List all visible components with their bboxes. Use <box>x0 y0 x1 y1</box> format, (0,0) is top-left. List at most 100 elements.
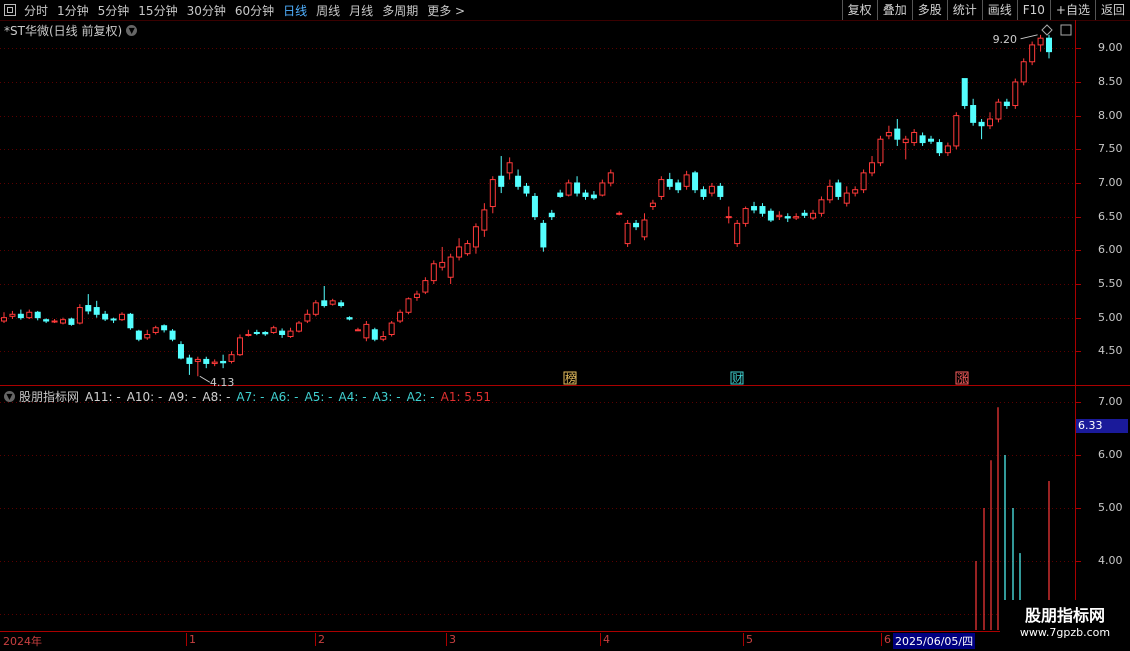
candle-body <box>742 208 749 224</box>
candle-body <box>978 121 985 127</box>
candle-body <box>68 318 75 325</box>
indicator-value: A8: - <box>202 389 231 404</box>
candle-body <box>85 305 92 312</box>
candle-body <box>498 175 505 187</box>
candle-body <box>110 318 117 321</box>
candle-body <box>1003 101 1010 107</box>
indicator-name: 股朋指标网 <box>19 390 80 404</box>
candle-body <box>270 327 277 333</box>
chevron-down-icon[interactable]: ▼ <box>4 391 15 402</box>
low-pointer <box>199 375 211 383</box>
diamond-icon <box>1041 24 1053 36</box>
candle-body <box>1 317 7 322</box>
event-tag: 财 <box>732 371 743 385</box>
candle-body <box>633 222 640 228</box>
candle-body <box>852 189 859 194</box>
indicator-tick: 4.00 <box>1098 554 1123 568</box>
candle-body <box>616 212 623 215</box>
candle-body <box>118 313 125 321</box>
candle-body <box>186 357 193 364</box>
candle-body <box>228 354 235 362</box>
candle-body <box>144 333 151 339</box>
candle-body <box>776 214 783 218</box>
watermark-name: 股朋指标网 <box>1024 606 1105 625</box>
candle-body <box>253 331 260 334</box>
candle-body <box>599 182 606 196</box>
date-label: 4 <box>600 633 610 646</box>
candle-body <box>295 322 302 332</box>
candle-body <box>801 212 808 216</box>
indicator-title[interactable]: ▼ 股朋指标网 A11: - A10: - A9: - A8: - A7: - A6: -… <box>4 388 497 405</box>
candle-body <box>287 330 294 338</box>
candle-body <box>869 162 876 174</box>
date-label: 3 <box>446 633 456 646</box>
candle-body <box>152 327 159 333</box>
watermark-url: www.7gpzb.com <box>1019 626 1111 639</box>
candle-body <box>169 330 176 340</box>
candle-body <box>26 311 33 319</box>
date-label: 5 <box>743 633 753 646</box>
indicator-value: A6: - <box>270 389 299 404</box>
candle-body <box>531 195 538 218</box>
indicator-cursor-value: 6.33 <box>1076 419 1128 433</box>
candle-body <box>161 325 168 331</box>
candle-body <box>430 263 437 282</box>
candle-body <box>220 360 227 364</box>
candle-body <box>405 298 412 313</box>
date-axis: 2025/06/05/四 2024年 1 2 3 4 5 6 <box>0 631 1130 651</box>
candle-body <box>953 115 960 147</box>
candle-body <box>127 313 134 329</box>
candle-body <box>1012 81 1019 107</box>
price-tick: 6.00 <box>1098 243 1123 257</box>
candle-body <box>371 329 378 340</box>
candle-body <box>708 185 715 194</box>
candle-body <box>843 192 850 204</box>
candle-body <box>590 194 597 199</box>
candle-body <box>34 311 41 319</box>
candle-body <box>540 222 547 248</box>
candle-body <box>43 319 50 322</box>
selected-date: 2025/06/05/四 <box>893 633 976 649</box>
candle-body <box>388 322 395 335</box>
candle-body <box>472 226 479 248</box>
indicator-tick: 6.00 <box>1098 447 1123 461</box>
price-tick: 4.50 <box>1098 344 1123 358</box>
candle-body <box>76 307 83 324</box>
candle-body <box>970 105 977 123</box>
candle-body <box>902 138 909 144</box>
candle-body <box>304 313 311 322</box>
event-tag: 榜 <box>565 371 576 385</box>
candle-body <box>515 175 522 187</box>
indicator-value: A5: - <box>304 389 333 404</box>
candle-body <box>826 185 833 201</box>
candle-body <box>944 145 951 154</box>
candle-body <box>582 192 589 197</box>
candle-body <box>456 246 463 258</box>
price-tick: 9.00 <box>1098 41 1123 55</box>
price-tick: 5.00 <box>1098 310 1123 324</box>
candle-body <box>810 212 817 219</box>
candle-body <box>1029 44 1036 63</box>
candle-body <box>877 138 884 164</box>
candle-body <box>279 330 286 335</box>
price-tick: 7.50 <box>1098 142 1123 156</box>
candle-body <box>767 210 774 221</box>
candle-body <box>177 344 184 359</box>
indicator-value: A11: - <box>85 389 121 404</box>
candle-body <box>523 185 530 194</box>
candle-body <box>380 336 387 340</box>
candle-body <box>894 128 901 140</box>
price-axis: 9.00 8.50 8.00 7.50 7.00 6.50 6.00 5.50 5.00 4.50 <box>1076 20 1130 385</box>
candle-body <box>9 313 16 317</box>
indicator-value: A2: - <box>406 389 435 404</box>
candle-body <box>565 182 572 196</box>
candle-body <box>422 280 429 293</box>
kline-chart[interactable]: 9.204.13 榜财涨 <box>0 0 1130 650</box>
candle-body <box>725 216 732 219</box>
candle-body <box>793 216 800 219</box>
indicator-tick: 5.00 <box>1098 501 1123 514</box>
candle-body <box>641 219 648 238</box>
candle-body <box>245 333 252 336</box>
candle-body <box>439 261 446 268</box>
candle-body <box>548 212 555 218</box>
